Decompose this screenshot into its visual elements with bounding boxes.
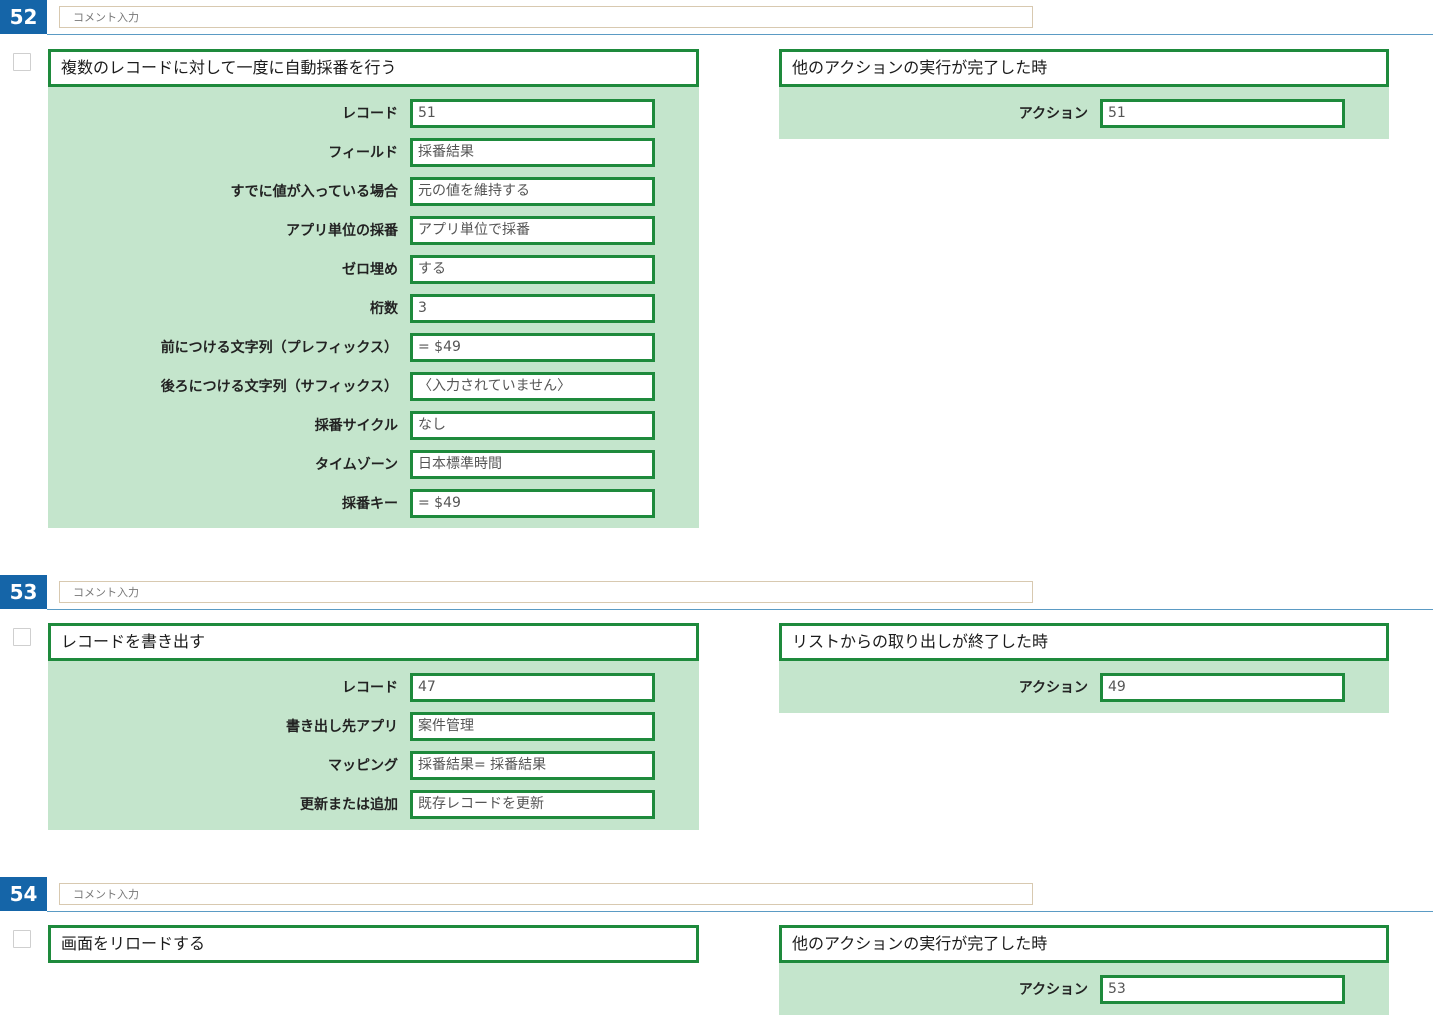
section-number: 52 (0, 0, 47, 34)
setting-row: 前につける文字列（プレフィックス） = $49 (48, 333, 699, 363)
setting-value[interactable]: 採番結果= 採番結果 (410, 751, 655, 780)
setting-row: アクション 49 (779, 673, 1389, 703)
setting-value[interactable]: 47 (410, 673, 655, 702)
setting-value[interactable]: 51 (1100, 99, 1345, 128)
trigger-panel: リストからの取り出しが終了した時 アクション 49 (779, 623, 1389, 713)
section-divider (47, 34, 1433, 35)
setting-label: マッピング (328, 758, 398, 774)
setting-row: 書き出し先アプリ 案件管理 (48, 712, 699, 742)
setting-value[interactable]: なし (410, 411, 655, 440)
setting-value[interactable]: 3 (410, 294, 655, 323)
setting-row: レコード 51 (48, 99, 699, 129)
trigger-panel: 他のアクションの実行が完了した時 アクション 53 (779, 925, 1389, 1015)
select-checkbox[interactable] (13, 930, 31, 948)
setting-label: アプリ単位の採番 (286, 223, 398, 239)
setting-row: 更新または追加 既存レコードを更新 (48, 790, 699, 820)
setting-row: フィールド 採番結果 (48, 138, 699, 168)
setting-value[interactable]: 採番結果 (410, 138, 655, 167)
section-number: 53 (0, 575, 47, 609)
section-divider (47, 911, 1433, 912)
setting-row: 後ろにつける文字列（サフィックス） 〈入力されていません〉 (48, 372, 699, 402)
trigger-settings: アクション 53 (779, 963, 1389, 1015)
setting-value[interactable]: する (410, 255, 655, 284)
setting-label: 更新または追加 (300, 797, 398, 813)
page: 52 複数のレコードに対して一度に自動採番を行う レコード 51 フィールド 採… (0, 0, 1433, 1034)
setting-label: 採番サイクル (314, 418, 398, 434)
section-header: 53 (0, 575, 1433, 611)
setting-value[interactable]: 既存レコードを更新 (410, 790, 655, 819)
setting-value[interactable]: = $49 (410, 333, 655, 362)
action-settings: レコード 47 書き出し先アプリ 案件管理 マッピング 採番結果= 採番結果 更… (48, 661, 699, 830)
action-settings: レコード 51 フィールド 採番結果 すでに値が入っている場合 元の値を維持する… (48, 87, 699, 528)
comment-input[interactable] (59, 581, 1033, 603)
setting-label: アクション (1018, 680, 1088, 696)
setting-value[interactable]: 元の値を維持する (410, 177, 655, 206)
action-panel: 画面をリロードする (48, 925, 699, 963)
setting-label: ゼロ埋め (342, 262, 398, 278)
setting-row: 桁数 3 (48, 294, 699, 324)
trigger-panel: 他のアクションの実行が完了した時 アクション 51 (779, 49, 1389, 139)
select-checkbox[interactable] (13, 628, 31, 646)
setting-value[interactable]: = $49 (410, 489, 655, 518)
setting-label: すでに値が入っている場合 (230, 184, 398, 200)
trigger-title[interactable]: リストからの取り出しが終了した時 (779, 623, 1389, 661)
action-title[interactable]: 複数のレコードに対して一度に自動採番を行う (48, 49, 699, 87)
section-header: 54 (0, 877, 1433, 913)
setting-row: 採番サイクル なし (48, 411, 699, 441)
setting-label: レコード (342, 680, 398, 696)
setting-label: アクション (1018, 982, 1088, 998)
setting-label: フィールド (328, 145, 398, 161)
setting-row: ゼロ埋め する (48, 255, 699, 285)
action-panel: レコードを書き出す レコード 47 書き出し先アプリ 案件管理 マッピング 採番… (48, 623, 699, 830)
comment-input[interactable] (59, 6, 1033, 28)
action-panel: 複数のレコードに対して一度に自動採番を行う レコード 51 フィールド 採番結果… (48, 49, 699, 528)
trigger-settings: アクション 51 (779, 87, 1389, 139)
select-checkbox[interactable] (13, 53, 31, 71)
setting-label: レコード (342, 106, 398, 122)
trigger-title[interactable]: 他のアクションの実行が完了した時 (779, 925, 1389, 963)
setting-label: 桁数 (370, 301, 398, 317)
setting-row: すでに値が入っている場合 元の値を維持する (48, 177, 699, 207)
action-title[interactable]: レコードを書き出す (48, 623, 699, 661)
setting-value[interactable]: 〈入力されていません〉 (410, 372, 655, 401)
setting-value[interactable]: 日本標準時間 (410, 450, 655, 479)
setting-row: アプリ単位の採番 アプリ単位で採番 (48, 216, 699, 246)
setting-row: アクション 53 (779, 975, 1389, 1005)
setting-label: 採番キー (342, 496, 398, 512)
setting-value[interactable]: アプリ単位で採番 (410, 216, 655, 245)
section-number: 54 (0, 877, 47, 911)
setting-row: マッピング 採番結果= 採番結果 (48, 751, 699, 781)
setting-label: 後ろにつける文字列（サフィックス） (160, 379, 398, 395)
setting-row: レコード 47 (48, 673, 699, 703)
setting-value[interactable]: 51 (410, 99, 655, 128)
section-divider (47, 609, 1433, 610)
trigger-settings: アクション 49 (779, 661, 1389, 713)
setting-label: タイムゾーン (314, 457, 398, 473)
setting-value[interactable]: 案件管理 (410, 712, 655, 741)
setting-value[interactable]: 49 (1100, 673, 1345, 702)
setting-label: 書き出し先アプリ (286, 719, 398, 735)
setting-row: 採番キー = $49 (48, 489, 699, 519)
setting-row: アクション 51 (779, 99, 1389, 129)
section-header: 52 (0, 0, 1433, 36)
trigger-title[interactable]: 他のアクションの実行が完了した時 (779, 49, 1389, 87)
setting-row: タイムゾーン 日本標準時間 (48, 450, 699, 480)
action-title[interactable]: 画面をリロードする (48, 925, 699, 963)
setting-label: アクション (1018, 106, 1088, 122)
setting-value[interactable]: 53 (1100, 975, 1345, 1004)
comment-input[interactable] (59, 883, 1033, 905)
setting-label: 前につける文字列（プレフィックス） (160, 340, 398, 356)
